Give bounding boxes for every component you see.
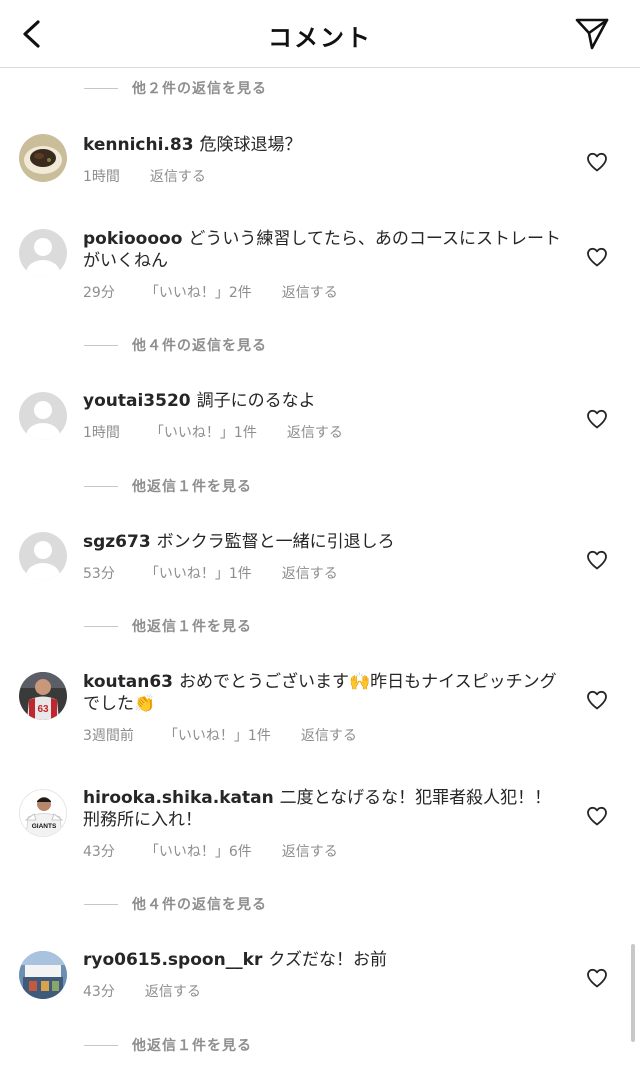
avatar[interactable]	[19, 134, 67, 182]
reply-divider-line	[84, 903, 118, 905]
comment-time: 3週間前	[83, 728, 134, 744]
reply-button[interactable]: 返信する	[282, 841, 338, 861]
view-replies-label: 他返信１件を見る	[132, 1038, 252, 1054]
heart-outline-icon[interactable]	[585, 688, 609, 712]
likes-count[interactable]: 「いいね！」1件	[164, 725, 271, 745]
comment-time: 53分	[83, 566, 115, 582]
reply-divider-line	[84, 87, 118, 89]
svg-text:GIANTS: GIANTS	[32, 823, 57, 830]
view-replies-label: 他返信１件を見る	[132, 479, 252, 495]
player-photo-icon: 63	[19, 672, 67, 720]
comment-username[interactable]: sgz673	[83, 532, 151, 552]
page-title: コメント	[268, 24, 372, 52]
comment-message: 調子にのるなよ	[196, 391, 316, 411]
view-replies-link[interactable]: 他２件の返信を見る	[84, 77, 267, 99]
avatar[interactable]: GIANTS	[19, 789, 67, 837]
comment-time: 1時間	[83, 169, 120, 185]
reply-divider-line	[84, 625, 118, 627]
comment-time: 43分	[83, 984, 115, 1000]
reply-button[interactable]: 返信する	[145, 981, 201, 1001]
reply-button[interactable]: 返信する	[282, 563, 338, 583]
reply-button[interactable]: 返信する	[282, 282, 338, 302]
heart-outline-icon[interactable]	[585, 548, 609, 572]
food-photo-icon	[19, 134, 67, 182]
comment-meta: 3週間前 「いいね！」1件 返信する	[83, 725, 387, 745]
storefront-photo-icon	[19, 951, 67, 999]
header-bar: コメント	[0, 0, 640, 68]
comment-message: ボンクラ監督と一緒に引退しろ	[156, 532, 395, 552]
view-replies-label: 他４件の返信を見る	[132, 338, 267, 354]
heart-outline-icon[interactable]	[585, 245, 609, 269]
svg-text:63: 63	[37, 704, 49, 715]
paper-plane-icon	[575, 18, 609, 50]
avatar[interactable]	[19, 951, 67, 999]
comment-username[interactable]: pokiooooo	[83, 229, 182, 249]
comment-time: 1時間	[83, 425, 120, 441]
reply-button[interactable]: 返信する	[150, 166, 206, 186]
reply-divider-line	[84, 1044, 118, 1046]
comment-meta: 43分 返信する	[83, 981, 231, 1001]
heart-outline-icon[interactable]	[585, 407, 609, 431]
avatar[interactable]	[19, 229, 67, 277]
comment-text: ryo0615.spoon__kr クズだな！お前	[83, 949, 563, 971]
comment-username[interactable]: kennichi.83	[83, 135, 194, 155]
comment-message: 危険球退場？	[199, 135, 302, 155]
comment-text: youtai3520 調子にのるなよ	[83, 390, 563, 412]
comment-meta: 43分 「いいね！」6件 返信する	[83, 841, 368, 861]
view-replies-link[interactable]: 他４件の返信を見る	[84, 893, 267, 915]
comment-time: 29分	[83, 285, 115, 301]
avatar[interactable]: 63	[19, 672, 67, 720]
comment-username[interactable]: hirooka.shika.katan	[83, 788, 274, 808]
heart-outline-icon[interactable]	[585, 150, 609, 174]
likes-count[interactable]: 「いいね！」2件	[145, 282, 252, 302]
heart-outline-icon[interactable]	[585, 804, 609, 828]
view-replies-link[interactable]: 他返信１件を見る	[84, 615, 252, 637]
likes-count[interactable]: 「いいね！」6件	[145, 841, 252, 861]
share-button[interactable]	[572, 14, 612, 54]
likes-count[interactable]: 「いいね！」1件	[150, 422, 257, 442]
comment-text: pokiooooo どういう練習してたら、あのコースにストレートがいくねん	[83, 228, 563, 272]
reply-divider-line	[84, 485, 118, 487]
reply-button[interactable]: 返信する	[301, 725, 357, 745]
comment-text: sgz673 ボンクラ監督と一緒に引退しろ	[83, 531, 563, 553]
comment-meta: 29分 「いいね！」2件 返信する	[83, 282, 368, 302]
view-replies-link[interactable]: 他４件の返信を見る	[84, 334, 267, 356]
heart-outline-icon[interactable]	[585, 966, 609, 990]
reply-divider-line	[84, 344, 118, 346]
comment-username[interactable]: youtai3520	[83, 391, 191, 411]
view-replies-link[interactable]: 他返信１件を見る	[84, 475, 252, 497]
view-replies-link[interactable]: 他返信１件を見る	[84, 1034, 252, 1056]
avatar[interactable]	[19, 392, 67, 440]
comment-username[interactable]: koutan63	[83, 672, 173, 692]
likes-count[interactable]: 「いいね！」1件	[145, 563, 252, 583]
comment-text: kennichi.83 危険球退場？	[83, 134, 563, 156]
giants-player-icon: GIANTS	[20, 790, 66, 836]
comment-meta: 1時間 返信する	[83, 166, 236, 186]
view-replies-label: 他４件の返信を見る	[132, 897, 267, 913]
view-replies-label: 他２件の返信を見る	[132, 81, 267, 97]
avatar[interactable]	[19, 532, 67, 580]
reply-button[interactable]: 返信する	[287, 422, 343, 442]
comment-time: 43分	[83, 844, 115, 860]
comment-message: クズだな！お前	[268, 950, 388, 970]
comment-username[interactable]: ryo0615.spoon__kr	[83, 950, 262, 970]
comment-text: koutan63 おめでとうございます🙌昨日もナイスピッチングでした👏	[83, 671, 563, 715]
view-replies-label: 他返信１件を見る	[132, 619, 252, 635]
comment-meta: 53分 「いいね！」1件 返信する	[83, 563, 368, 583]
comment-text: hirooka.shika.katan 二度となげるな！犯罪者殺人犯！！刑務所に入…	[83, 787, 563, 831]
scrollbar[interactable]	[631, 944, 635, 1042]
comment-meta: 1時間 「いいね！」1件 返信する	[83, 422, 373, 442]
